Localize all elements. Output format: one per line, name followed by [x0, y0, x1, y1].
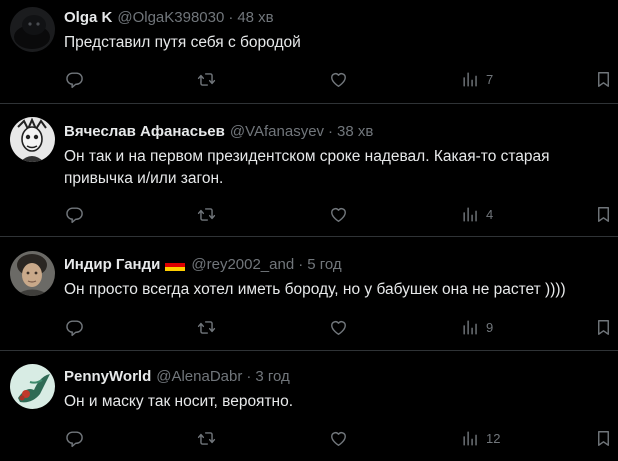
display-name[interactable]: Вячеслав Афанасьев [64, 122, 225, 142]
avatar[interactable] [10, 251, 55, 296]
like-button[interactable] [329, 69, 348, 89]
retweet-button[interactable] [197, 428, 216, 448]
timestamp[interactable]: 5 год [307, 255, 341, 275]
views-count: 12 [486, 430, 501, 446]
avatar[interactable] [10, 117, 55, 162]
like-icon [331, 431, 346, 446]
retweet-icon [197, 207, 216, 221]
like-button[interactable] [329, 317, 348, 337]
retweet-icon [197, 431, 216, 445]
user-handle[interactable]: @OlgaK398030 [117, 8, 224, 28]
views-icon [463, 206, 477, 222]
germany-flag-icon [165, 258, 186, 272]
action-bar: 12 [0, 428, 618, 448]
retweet-icon [197, 72, 216, 86]
reply-button[interactable] [65, 204, 84, 224]
tweet-1[interactable]: Olga K @OlgaK398030 · 48 хв Представил п… [0, 0, 618, 104]
separator-dot: · [298, 256, 304, 273]
reply-icon [66, 206, 83, 223]
bookmark-icon [598, 319, 609, 335]
views-icon [463, 71, 477, 87]
tweet-2[interactable]: Вячеслав Афанасьев @VAfanasyev · 38 хв О… [0, 104, 618, 237]
bookmark-button[interactable] [594, 69, 613, 89]
tweet-4[interactable]: PennyWorld @AlenaDabr · 3 год Он и маску… [0, 351, 618, 461]
views-button[interactable]: 9 [461, 317, 493, 337]
views-count: 9 [486, 319, 494, 335]
display-name[interactable]: PennyWorld [64, 367, 151, 387]
bookmark-button[interactable] [594, 317, 613, 337]
user-handle[interactable]: @VAfanasyev [230, 122, 324, 142]
bookmark-icon [598, 206, 609, 222]
retweet-button[interactable] [197, 317, 216, 337]
retweet-button[interactable] [197, 204, 216, 224]
like-icon [331, 207, 346, 222]
separator-dot: · [228, 9, 234, 26]
tweet-text: Представил путя себя с бородой [64, 34, 301, 51]
like-button[interactable] [329, 204, 348, 224]
like-button[interactable] [329, 428, 348, 448]
separator-dot: · [328, 123, 334, 140]
tweet-header: Olga K @OlgaK398030 · 48 хв [64, 8, 606, 28]
views-button[interactable]: 4 [461, 204, 493, 224]
retweet-button[interactable] [197, 69, 216, 89]
bookmark-icon [598, 71, 609, 87]
avatar[interactable] [10, 7, 55, 52]
views-icon [463, 430, 477, 446]
views-count: 7 [486, 71, 494, 87]
user-handle[interactable]: @AlenaDabr [156, 367, 242, 387]
reply-button[interactable] [65, 317, 84, 337]
bookmark-button[interactable] [594, 428, 613, 448]
views-button[interactable]: 7 [461, 69, 493, 89]
tweet-3[interactable]: Индир Ганди @rey2002_and · 5 год Он прос… [0, 237, 618, 351]
tweet-text: Он так и на первом президентском сроке н… [64, 148, 550, 187]
action-bar: 7 [0, 69, 618, 89]
like-icon [331, 320, 346, 335]
reply-icon [66, 71, 83, 88]
reply-button[interactable] [65, 428, 84, 448]
reply-icon [66, 319, 83, 336]
avatar[interactable] [10, 364, 55, 409]
reply-button[interactable] [65, 69, 84, 89]
reply-icon [66, 430, 83, 447]
tweet-text: Он просто всегда хотел иметь бороду, но … [64, 281, 566, 298]
display-name[interactable]: Индир Ганди [64, 255, 160, 275]
tweet-text: Он и маску так носит, вероятно. [64, 393, 294, 410]
display-name[interactable]: Olga K [64, 8, 112, 28]
timestamp[interactable]: 38 хв [337, 122, 373, 142]
bookmark-button[interactable] [594, 204, 613, 224]
views-icon [463, 319, 477, 335]
action-bar: 4 [0, 204, 618, 224]
tweet-header: Вячеслав Афанасьев @VAfanasyev · 38 хв [64, 122, 606, 142]
tweet-header: Индир Ганди @rey2002_and · 5 год [64, 255, 606, 275]
views-count: 4 [486, 206, 494, 222]
retweet-icon [197, 320, 216, 334]
views-button[interactable]: 12 [461, 428, 500, 448]
timestamp[interactable]: 3 год [255, 367, 289, 387]
bookmark-icon [598, 430, 609, 446]
action-bar: 9 [0, 317, 618, 337]
user-handle[interactable]: @rey2002_and [191, 255, 294, 275]
like-icon [331, 72, 346, 87]
timestamp[interactable]: 48 хв [237, 8, 273, 28]
tweet-header: PennyWorld @AlenaDabr · 3 год [64, 367, 606, 387]
separator-dot: · [246, 368, 252, 385]
